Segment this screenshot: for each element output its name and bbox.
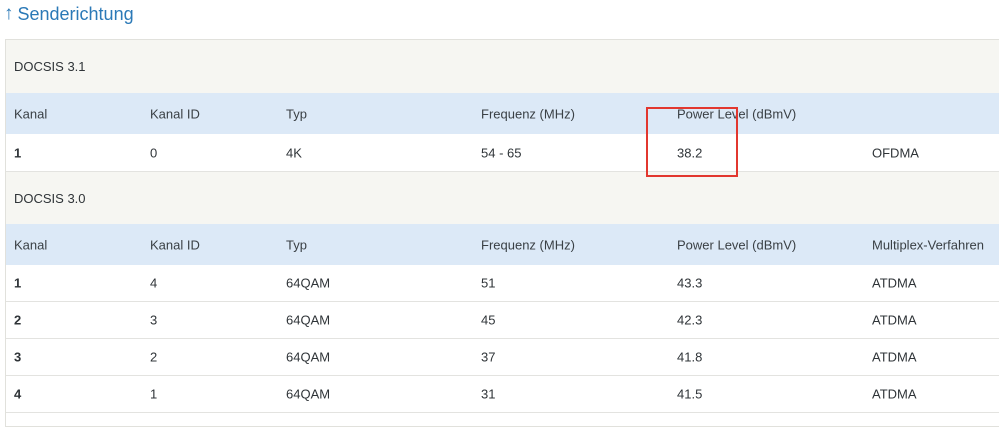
section-docsis31: DOCSIS 3.1 — [6, 40, 999, 93]
cell-typ: 64QAM — [286, 386, 331, 402]
column-header: Kanal — [14, 237, 48, 252]
cell-kanal: 4 — [14, 386, 22, 402]
cell-multiplex: ATDMA — [872, 386, 917, 402]
cell-kanal-id: 4 — [150, 275, 158, 291]
cell-frequenz: 51 — [481, 275, 496, 291]
column-header: Frequenz (MHz) — [481, 106, 575, 121]
cell-typ: 4K — [286, 145, 302, 160]
column-header: Kanal ID — [150, 237, 200, 252]
cell-kanal: 3 — [14, 349, 22, 365]
cell-power: 38.2 — [677, 145, 703, 160]
table-header-docsis31: Kanal Kanal ID Typ Frequenz (MHz) Power … — [6, 93, 999, 134]
column-header: Power Level (dBmV) — [677, 106, 797, 121]
table-row: 1 4 64QAM 51 43.3 ATDMA — [6, 265, 999, 302]
table-row: 3 2 64QAM 37 41.8 ATDMA — [6, 339, 999, 376]
cell-multiplex: ATDMA — [872, 349, 917, 365]
upstream-table: DOCSIS 3.1 Kanal Kanal ID Typ Frequenz (… — [5, 39, 999, 427]
cell-typ: 64QAM — [286, 312, 331, 328]
cell-kanal-id: 1 — [150, 386, 158, 402]
cell-multiplex: OFDMA — [872, 145, 919, 160]
cell-frequenz: 31 — [481, 386, 496, 402]
cell-power: 43.3 — [677, 275, 703, 291]
table-row: 2 3 64QAM 45 42.3 ATDMA — [6, 302, 999, 339]
column-header: Multiplex-Verfahren — [872, 237, 984, 252]
cell-power: 42.3 — [677, 312, 703, 328]
cell-typ: 64QAM — [286, 275, 331, 291]
column-header: Kanal — [14, 106, 48, 121]
table-row: 4 1 64QAM 31 41.5 ATDMA — [6, 376, 999, 413]
cell-power: 41.5 — [677, 386, 703, 402]
cell-frequenz: 54 - 65 — [481, 145, 522, 160]
column-header: Typ — [286, 106, 307, 121]
cell-multiplex: ATDMA — [872, 275, 917, 291]
column-header: Frequenz (MHz) — [481, 237, 575, 252]
column-header: Power Level (dBmV) — [677, 237, 797, 252]
cell-kanal-id: 3 — [150, 312, 158, 328]
column-header: Typ — [286, 237, 307, 252]
page-title: Senderichtung — [17, 3, 134, 24]
arrow-up-icon: ↑ — [4, 3, 14, 24]
cell-kanal: 1 — [14, 275, 22, 291]
cell-frequenz: 37 — [481, 349, 496, 365]
cell-kanal: 1 — [14, 145, 22, 160]
table-row: 1 0 4K 54 - 65 38.2 OFDMA — [6, 134, 999, 172]
section-label: DOCSIS 3.1 — [14, 59, 86, 74]
cell-multiplex: ATDMA — [872, 312, 917, 328]
cell-typ: 64QAM — [286, 349, 331, 365]
cell-kanal-id: 2 — [150, 349, 158, 365]
cell-kanal: 2 — [14, 312, 22, 328]
section-docsis30: DOCSIS 3.0 — [6, 172, 999, 224]
cell-frequenz: 45 — [481, 312, 496, 328]
section-label: DOCSIS 3.0 — [14, 190, 86, 206]
cell-kanal-id: 0 — [150, 145, 158, 160]
page-heading[interactable]: ↑ Senderichtung — [4, 0, 134, 28]
column-header: Kanal ID — [150, 106, 200, 121]
cell-power: 41.8 — [677, 349, 703, 365]
table-header-docsis30: Kanal Kanal ID Typ Frequenz (MHz) Power … — [6, 224, 999, 265]
